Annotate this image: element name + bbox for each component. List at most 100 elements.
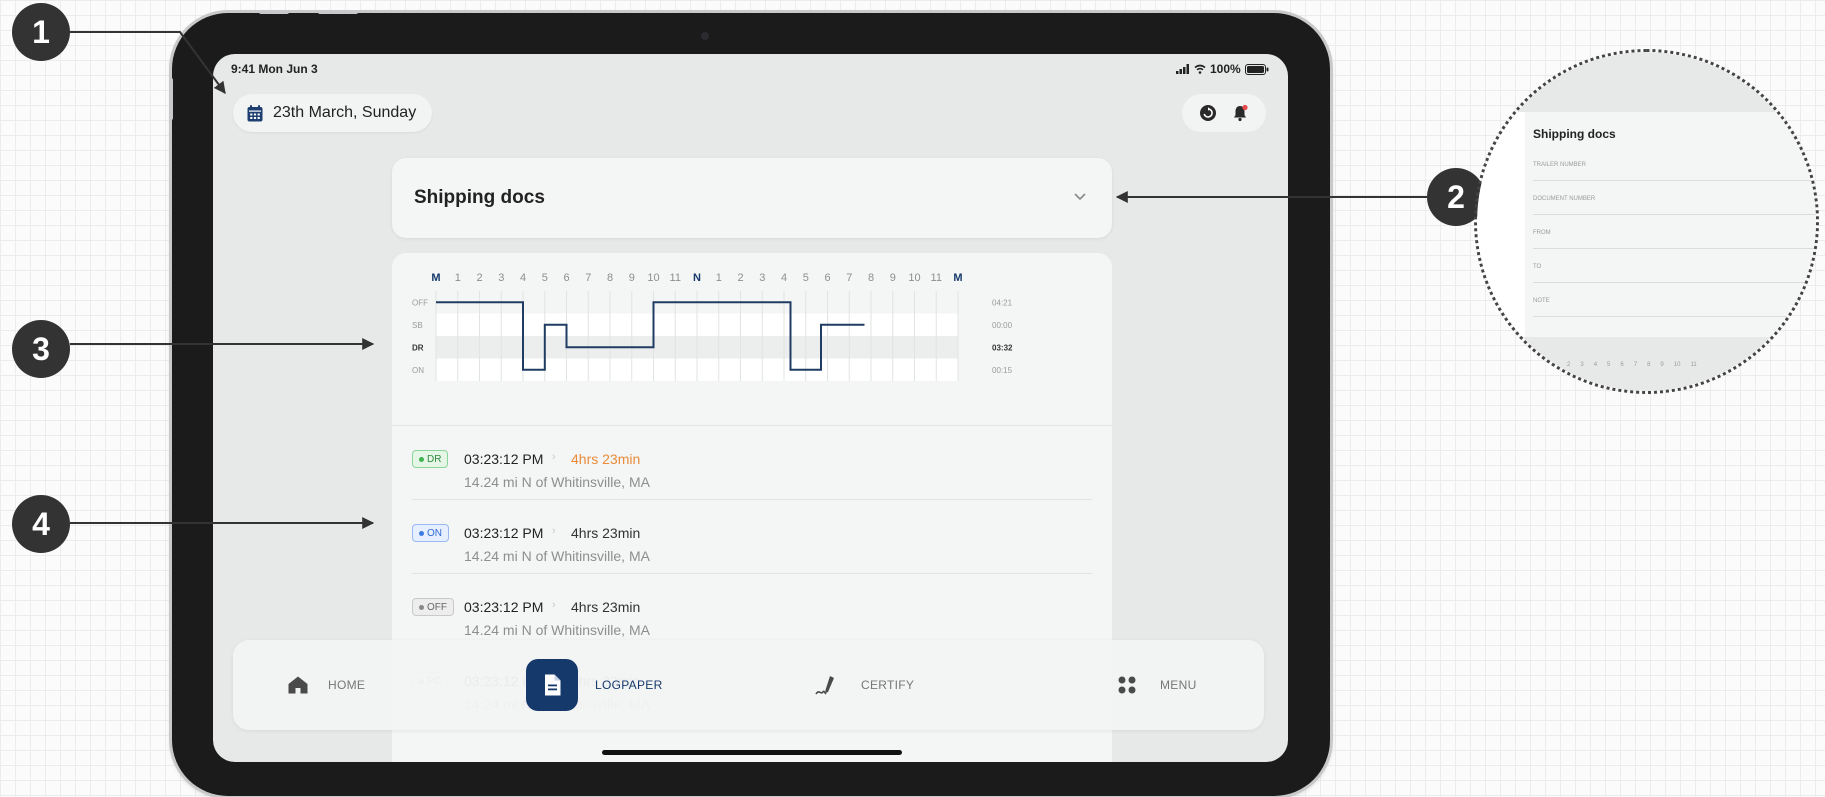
chart-x-tick: 8 xyxy=(607,272,613,284)
chart-row-label: DR xyxy=(412,343,424,352)
cellular-signal-icon xyxy=(1176,64,1189,74)
zoom-tick: 2 xyxy=(1567,362,1571,368)
chart-row-total: 00:15 xyxy=(992,366,1013,375)
chart-x-tick: 6 xyxy=(563,272,569,284)
zoom-chart-ticks: 2 3 4 5 6 7 8 9 10 11 xyxy=(1567,362,1697,368)
nav-certify[interactable]: CERTIFY xyxy=(815,640,914,730)
nav-home[interactable]: HOME xyxy=(288,640,365,730)
notification-bell-icon[interactable] xyxy=(1231,104,1249,122)
chart-x-tick: 9 xyxy=(629,272,635,284)
document-icon xyxy=(545,674,561,696)
status-time: 9:41 Mon Jun 3 xyxy=(231,62,318,76)
date-selector[interactable]: 23th March, Sunday xyxy=(233,94,433,132)
chart-row-total: 04:21 xyxy=(992,298,1013,307)
status-indicators: 100% xyxy=(1176,62,1269,76)
volume-button xyxy=(318,10,358,14)
status-badge-label: DR xyxy=(427,453,442,465)
zoom-field-note: NOTE xyxy=(1533,298,1816,317)
shipping-docs-dropdown[interactable]: Shipping docs xyxy=(392,158,1112,238)
nav-certify-label: CERTIFY xyxy=(861,678,915,692)
bottom-navigation: HOME LOGPAPER CERTIFY MENU xyxy=(233,640,1264,730)
wifi-icon xyxy=(1194,64,1206,74)
menu-grid-icon xyxy=(1118,676,1136,694)
nav-logpaper[interactable]: LOGPAPER xyxy=(526,640,663,730)
chart-row-label: SB xyxy=(412,321,423,330)
front-camera xyxy=(701,32,709,40)
status-badge: OFF xyxy=(412,598,454,616)
zoom-tick: 9 xyxy=(1660,362,1664,368)
chevron-right-icon: › xyxy=(552,525,556,537)
annotation-marker-4: 4 xyxy=(12,495,70,553)
chart-row-label: ON xyxy=(412,366,424,375)
log-entry[interactable]: OFF 03:23:12 PM › 4hrs 23min 14.24 mi N of W… xyxy=(412,574,1092,648)
zoom-field-document: DOCUMENT NUMBER xyxy=(1533,196,1816,215)
chevron-down-icon xyxy=(1074,193,1086,201)
chart-x-tick: 1 xyxy=(716,272,722,284)
chart-x-tick: 4 xyxy=(520,272,526,284)
nav-menu[interactable]: MENU xyxy=(1118,640,1197,730)
chart-x-tick: 7 xyxy=(846,272,852,284)
log-entry-location: 14.24 mi N of Whitinsville, MA xyxy=(464,474,650,490)
status-badge-label: OFF xyxy=(427,601,447,613)
zoom-tick: 3 xyxy=(1580,362,1584,368)
chart-x-tick: M xyxy=(431,272,440,284)
tablet-screen: 9:41 Mon Jun 3 100% 23th March, Sunday S… xyxy=(213,54,1288,762)
chart-x-tick: 1 xyxy=(455,272,461,284)
duty-status-chart: M 1 2 3 4 5 6 7 8 9 10 11 N 1 2 3 4 5 6 7 8 9 10 11 M OFF SB DR ON 04… xyxy=(412,272,1013,381)
zoom-shipping-form: Shipping docs TRAILER NUMBER DOCUMENT NU… xyxy=(1525,112,1816,337)
zoom-tick: 7 xyxy=(1633,362,1638,368)
chart-x-tick: 5 xyxy=(542,272,548,284)
status-badge-label: ON xyxy=(427,527,442,539)
status-dot-icon xyxy=(419,604,424,610)
logpaper-active-box xyxy=(526,659,578,711)
log-entry[interactable]: ON 03:23:12 PM › 4hrs 23min 14.24 mi N of Wh… xyxy=(412,500,1092,574)
chart-x-tick: M xyxy=(953,272,962,284)
home-icon xyxy=(288,676,308,694)
volume-button xyxy=(259,10,289,14)
chart-x-tick: 3 xyxy=(498,272,504,284)
log-entry-time: 03:23:12 PM xyxy=(464,525,544,541)
chart-x-tick: 5 xyxy=(803,272,809,284)
log-entry-location: 14.24 mi N of Whitinsville, MA xyxy=(464,548,650,564)
signature-icon xyxy=(815,676,834,695)
side-button xyxy=(169,78,173,120)
chart-x-tick: 7 xyxy=(585,272,591,284)
chart-x-tick: 4 xyxy=(781,272,787,284)
chevron-right-icon: › xyxy=(552,599,556,611)
status-badge: DR xyxy=(412,450,449,468)
shipping-docs-title: Shipping docs xyxy=(414,187,545,208)
zoom-callout: Shipping docs TRAILER NUMBER DOCUMENT NU… xyxy=(1474,49,1819,394)
chart-x-tick: 9 xyxy=(890,272,896,284)
chart-x-tick: 11 xyxy=(931,272,942,284)
log-entry-duration: 4hrs 23min xyxy=(571,599,641,615)
nav-menu-label: MENU xyxy=(1160,678,1197,692)
chart-x-tick: N xyxy=(693,272,701,284)
status-badge: ON xyxy=(412,524,449,542)
zoom-tick: 4 xyxy=(1593,362,1598,368)
zoom-field-to: TO xyxy=(1533,264,1816,283)
zoom-tick: 5 xyxy=(1607,362,1611,368)
log-entry-time: 03:23:12 PM xyxy=(464,599,544,615)
annotation-marker-3: 3 xyxy=(12,320,70,378)
zoom-field-from: FROM xyxy=(1533,230,1816,249)
battery-percent: 100% xyxy=(1210,62,1241,76)
status-dot-icon xyxy=(419,530,424,536)
chart-row-total: 00:00 xyxy=(992,321,1013,330)
zoom-tick: 11 xyxy=(1690,362,1697,368)
zoom-tick: 8 xyxy=(1647,362,1651,368)
chart-x-tick: 11 xyxy=(670,272,681,284)
annotation-marker-1: 1 xyxy=(12,3,70,61)
chart-x-tick: 6 xyxy=(824,272,830,284)
status-dot-icon xyxy=(419,456,424,462)
chart-row-total: 03:32 xyxy=(992,343,1013,352)
chevron-right-icon: › xyxy=(552,451,556,463)
log-entry-duration: 4hrs 23min xyxy=(571,451,641,467)
chart-x-tick: 10 xyxy=(647,272,659,284)
log-entry[interactable]: DR 03:23:12 PM › 4hrs 23min 14.24 mi N of Wh… xyxy=(412,426,1092,500)
sync-icon[interactable] xyxy=(1199,104,1217,122)
chart-x-tick: 8 xyxy=(868,272,874,284)
chart-row-label: OFF xyxy=(412,298,428,307)
log-entry-time: 03:23:12 PM xyxy=(464,451,544,467)
log-entry-location: 14.24 mi N of Whitinsville, MA xyxy=(464,622,650,638)
zoom-tick: 10 xyxy=(1673,362,1681,368)
